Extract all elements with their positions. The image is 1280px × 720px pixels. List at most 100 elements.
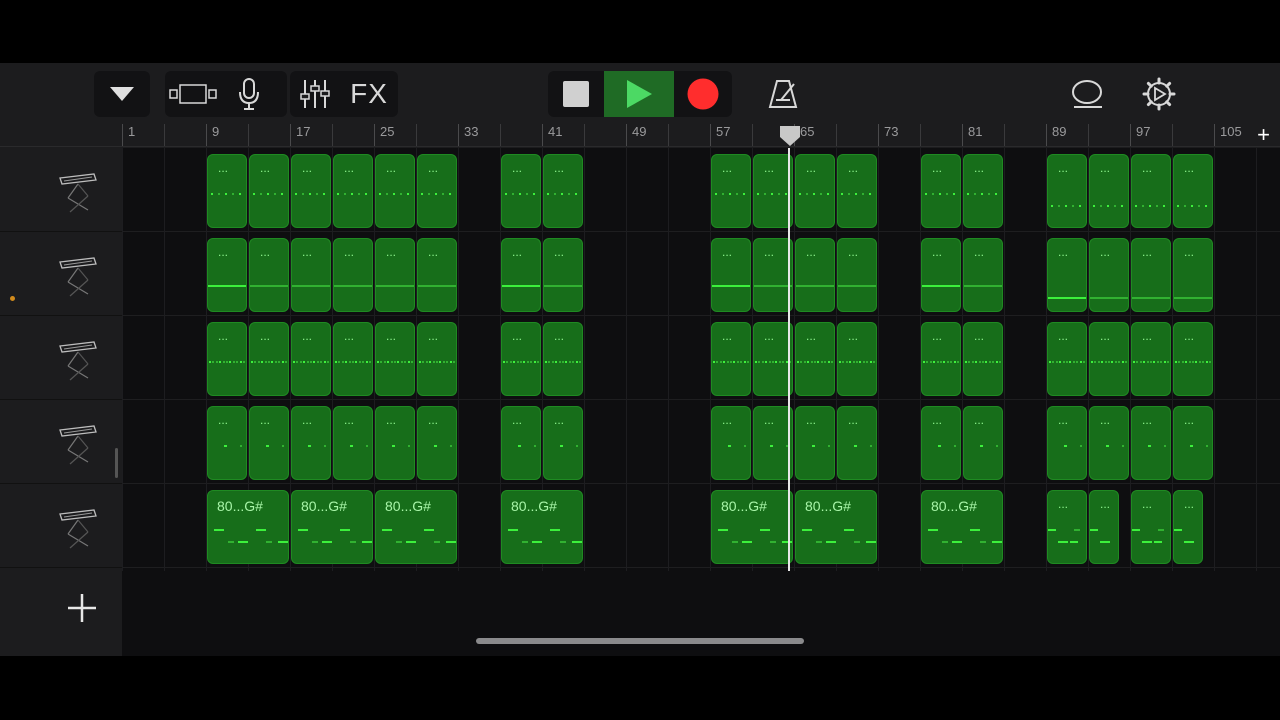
midi-region[interactable]: ... (753, 322, 793, 396)
midi-region[interactable]: 80...G# (921, 490, 1003, 564)
stop-button[interactable] (548, 71, 604, 117)
track-timeline[interactable]: ........................................… (122, 148, 1280, 656)
midi-region[interactable]: ... (543, 238, 583, 312)
midi-region[interactable]: ... (417, 406, 457, 480)
midi-region[interactable]: ... (207, 238, 247, 312)
midi-region[interactable]: ... (1173, 238, 1213, 312)
record-button[interactable] (674, 71, 732, 117)
midi-region[interactable]: ... (291, 238, 331, 312)
midi-region[interactable]: ... (795, 154, 835, 228)
midi-region[interactable]: ... (501, 322, 541, 396)
midi-region[interactable]: ... (249, 154, 289, 228)
metronome-button[interactable] (762, 71, 804, 117)
midi-region[interactable]: 80...G# (711, 490, 793, 564)
browser-button[interactable] (94, 71, 150, 117)
midi-region[interactable]: ... (333, 154, 373, 228)
midi-region[interactable]: ... (1089, 154, 1129, 228)
midi-region[interactable]: ... (795, 322, 835, 396)
midi-region[interactable]: ... (375, 406, 415, 480)
midi-region[interactable]: ... (963, 322, 1003, 396)
add-track-button[interactable] (62, 588, 102, 628)
midi-region[interactable]: ... (921, 238, 961, 312)
midi-region[interactable]: ... (501, 406, 541, 480)
midi-region[interactable]: ... (1047, 490, 1087, 564)
midi-region[interactable]: ... (375, 238, 415, 312)
midi-region[interactable]: 80...G# (795, 490, 877, 564)
midi-region[interactable]: ... (1131, 490, 1171, 564)
midi-region[interactable]: 80...G# (375, 490, 457, 564)
midi-region[interactable]: ... (1173, 322, 1213, 396)
midi-region[interactable]: ... (291, 154, 331, 228)
midi-region[interactable]: ... (501, 238, 541, 312)
midi-region[interactable]: ... (207, 322, 247, 396)
midi-region[interactable]: ... (837, 154, 877, 228)
midi-region[interactable]: ... (417, 322, 457, 396)
midi-region[interactable]: ... (753, 406, 793, 480)
midi-region[interactable]: ... (1089, 490, 1119, 564)
midi-region[interactable]: ... (543, 406, 583, 480)
midi-region[interactable]: ... (1173, 154, 1213, 228)
midi-region[interactable]: ... (207, 154, 247, 228)
midi-region[interactable]: 80...G# (291, 490, 373, 564)
midi-region[interactable]: ... (291, 406, 331, 480)
midi-region[interactable]: ... (921, 154, 961, 228)
midi-region[interactable]: ... (501, 154, 541, 228)
midi-region[interactable]: ... (1047, 238, 1087, 312)
midi-region[interactable]: ... (1173, 406, 1213, 480)
midi-region[interactable]: ... (711, 406, 751, 480)
midi-region[interactable]: ... (921, 406, 961, 480)
midi-region[interactable]: ... (795, 406, 835, 480)
midi-region[interactable]: ... (753, 154, 793, 228)
playhead-handle[interactable] (779, 125, 801, 152)
midi-region[interactable]: ... (1047, 154, 1087, 228)
midi-region[interactable]: ... (543, 322, 583, 396)
home-indicator[interactable] (476, 638, 804, 644)
midi-region[interactable]: ... (753, 238, 793, 312)
midi-region[interactable]: ... (1131, 406, 1171, 480)
midi-region[interactable]: ... (291, 322, 331, 396)
midi-region[interactable]: ... (333, 322, 373, 396)
track-header-1[interactable] (0, 148, 122, 232)
midi-region[interactable]: ... (249, 322, 289, 396)
mic-button[interactable] (221, 71, 277, 117)
midi-region[interactable]: ... (417, 154, 457, 228)
midi-region[interactable]: ... (207, 406, 247, 480)
midi-region[interactable]: ... (963, 238, 1003, 312)
midi-region[interactable]: ... (711, 322, 751, 396)
midi-region[interactable]: ... (333, 406, 373, 480)
loop-browser-button[interactable] (1066, 71, 1108, 117)
midi-region[interactable]: 80...G# (501, 490, 583, 564)
midi-region[interactable]: ... (1047, 322, 1087, 396)
track-header-2[interactable] (0, 232, 122, 316)
midi-region[interactable]: ... (543, 154, 583, 228)
midi-region[interactable]: ... (249, 238, 289, 312)
fx-button[interactable]: FX (340, 71, 398, 117)
midi-region[interactable]: ... (1089, 406, 1129, 480)
track-header-4[interactable] (0, 400, 122, 484)
midi-region[interactable]: ... (333, 238, 373, 312)
midi-region[interactable]: ... (963, 406, 1003, 480)
midi-region[interactable]: ... (711, 154, 751, 228)
add-section-button[interactable]: + (1257, 123, 1270, 147)
midi-region[interactable]: ... (963, 154, 1003, 228)
play-button[interactable] (604, 71, 674, 117)
midi-region[interactable]: ... (837, 322, 877, 396)
mixer-button[interactable] (290, 71, 340, 117)
tracks-view-button[interactable] (165, 71, 221, 117)
bar-ruler[interactable]: + 1 9 17 25 33 41 49 57 65 73 81 89 97 105 (0, 123, 1280, 147)
midi-region[interactable]: ... (1131, 238, 1171, 312)
midi-region[interactable]: ... (837, 238, 877, 312)
midi-region[interactable]: ... (417, 238, 457, 312)
track-header-5[interactable] (0, 484, 122, 568)
track-header-3[interactable] (0, 316, 122, 400)
midi-region[interactable]: ... (375, 154, 415, 228)
settings-button[interactable] (1138, 71, 1180, 117)
midi-region[interactable]: ... (375, 322, 415, 396)
midi-region[interactable]: 80...G# (207, 490, 289, 564)
midi-region[interactable]: ... (837, 406, 877, 480)
midi-region[interactable]: ... (1131, 154, 1171, 228)
playhead[interactable] (788, 148, 790, 571)
midi-region[interactable]: ... (1047, 406, 1087, 480)
midi-region[interactable]: ... (921, 322, 961, 396)
midi-region[interactable]: ... (249, 406, 289, 480)
